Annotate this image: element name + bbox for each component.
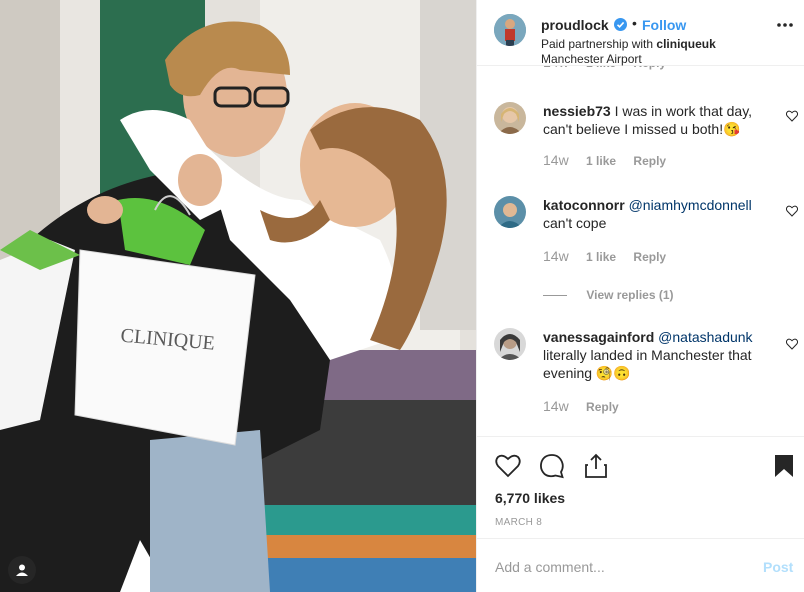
share-icon[interactable] <box>583 453 609 479</box>
comment-likes[interactable]: 1 like <box>586 154 616 168</box>
post-actions: 6,770 likes MARCH 8 <box>477 436 804 538</box>
commenter-avatar-image <box>498 107 522 134</box>
comment-username[interactable]: vanessagainford <box>543 329 654 345</box>
comment-bubble-icon[interactable] <box>539 453 565 479</box>
separator-dot: • <box>632 15 637 31</box>
add-comment-input[interactable]: Add a comment... <box>495 559 605 575</box>
comment-text: literally landed in Manchester that even… <box>543 347 752 381</box>
like-heart-icon[interactable] <box>495 453 521 479</box>
post-date: MARCH 8 <box>495 517 543 528</box>
profile-avatar-image <box>494 14 526 46</box>
photo-illustration: CLINIQUE <box>0 0 476 592</box>
post-side-panel: 14w 1 like Reply nessieb73 I was in work… <box>476 0 804 592</box>
comment-mention[interactable]: @natashadunk <box>658 329 752 345</box>
verified-badge-icon <box>614 18 627 31</box>
like-comment-heart-icon[interactable] <box>786 338 798 350</box>
tagged-users-button[interactable] <box>8 556 36 584</box>
commenter-avatar-image <box>498 203 522 228</box>
post-username[interactable]: proudlock <box>541 17 609 33</box>
commenter-avatar-image <box>498 334 522 360</box>
comment-time[interactable]: 14w <box>543 248 569 264</box>
add-comment-bar: Add a comment... Post <box>477 538 804 592</box>
comment-username[interactable]: katoconnorr <box>543 197 625 213</box>
avatar[interactable] <box>494 102 526 134</box>
bookmark-save-icon[interactable] <box>773 453 795 479</box>
comment-likes[interactable]: 1 like <box>586 250 616 264</box>
comment-time[interactable]: 14w <box>543 152 569 168</box>
reply-button[interactable]: Reply <box>586 400 619 414</box>
comment-username[interactable]: nessieb73 <box>543 103 611 119</box>
comment-meta: 14w 1 like Reply <box>543 248 680 264</box>
comment-mention[interactable]: @niamhymcdonnell <box>629 197 752 213</box>
post-comment-button[interactable]: Post <box>763 559 793 575</box>
comment-body: nessieb73 I was in work that day, can't … <box>543 102 783 138</box>
comment-time[interactable]: 14w <box>543 398 569 414</box>
more-options-icon[interactable] <box>776 22 794 28</box>
avatar[interactable] <box>494 196 526 228</box>
comment-text: can't cope <box>543 215 607 231</box>
person-icon <box>16 564 28 576</box>
like-comment-heart-icon[interactable] <box>786 110 798 122</box>
comment-body: katoconnorr @niamhymcdonnell can't cope <box>543 196 783 232</box>
post-header: proudlock • Follow Paid partnership with… <box>477 0 804 66</box>
likes-count[interactable]: 6,770 likes <box>495 490 565 506</box>
comment-meta: 14w Reply <box>543 398 633 414</box>
avatar[interactable] <box>494 328 526 360</box>
comment-meta: 14w 1 like Reply <box>543 152 680 168</box>
view-replies-button[interactable]: View replies (1) <box>543 288 673 302</box>
follow-button[interactable]: Follow <box>642 17 686 33</box>
reply-button[interactable]: Reply <box>633 154 666 168</box>
comments-list: 14w 1 like Reply nessieb73 I was in work… <box>477 58 804 436</box>
avatar[interactable] <box>494 14 526 46</box>
paid-partnership-label: Paid partnership with cliniqueuk <box>541 37 716 51</box>
partnership-prefix: Paid partnership with <box>541 37 657 51</box>
view-replies-label[interactable]: View replies (1) <box>586 288 673 302</box>
location-link[interactable]: Manchester Airport <box>541 52 642 66</box>
reply-button[interactable]: Reply <box>633 250 666 264</box>
like-comment-heart-icon[interactable] <box>786 205 798 217</box>
partner-link[interactable]: cliniqueuk <box>656 37 715 51</box>
comment-body: vanessagainford @natashadunk literally l… <box>543 328 783 382</box>
post-photo[interactable]: CLINIQUE <box>0 0 476 592</box>
